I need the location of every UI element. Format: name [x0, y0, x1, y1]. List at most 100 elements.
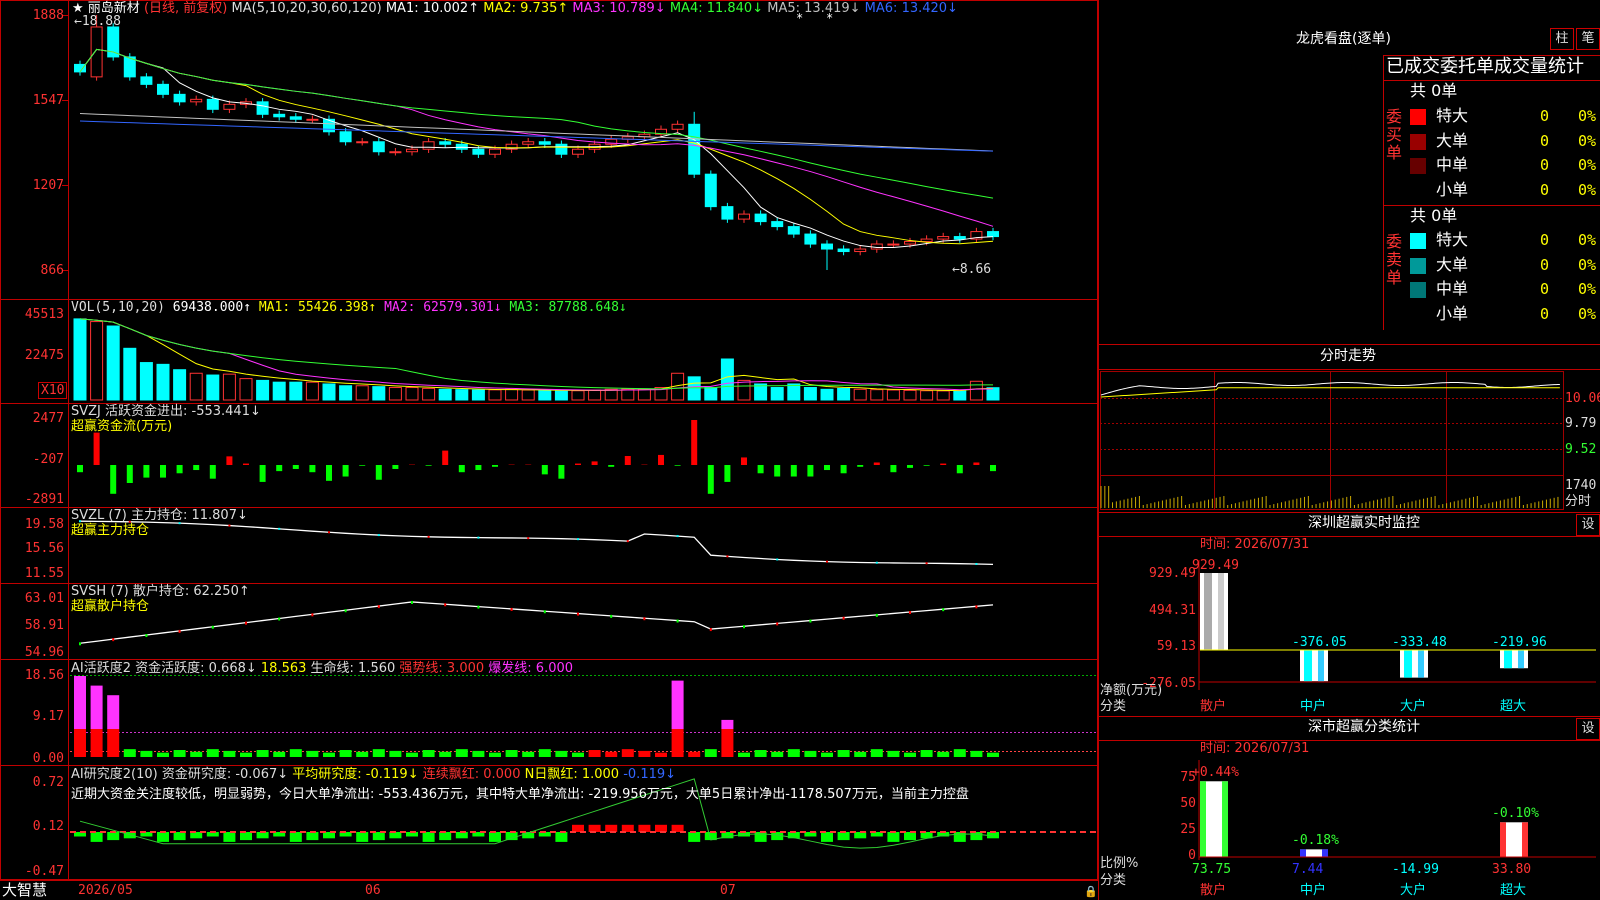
- date-tick: 06: [365, 883, 381, 898]
- sz-class-tick: 50: [1180, 796, 1196, 811]
- research-bar: [621, 824, 634, 832]
- column-view-button[interactable]: 柱: [1550, 28, 1574, 50]
- candle: [372, 141, 385, 153]
- sz-class-category: 大户: [1400, 883, 1427, 898]
- volume-bar: [886, 389, 900, 401]
- sz-class-bar-shade: [1300, 849, 1306, 857]
- candle: [821, 243, 833, 250]
- svsh-dot: [577, 612, 579, 616]
- sz-monitor-tick: 59.13: [1156, 639, 1196, 654]
- fundflow-bar: [973, 462, 980, 465]
- ai-active-bar: [223, 750, 236, 757]
- ai-active-bar-base: [74, 729, 86, 757]
- sell-row-label: 大单: [1436, 254, 1469, 274]
- buy-row-label: 特大: [1436, 106, 1469, 125]
- volume-bar: [222, 373, 236, 401]
- sell-total: 共 0单: [1410, 206, 1458, 225]
- intraday-tick: 9.79: [1565, 416, 1597, 431]
- svsh-dot: [909, 611, 911, 615]
- svzj-tick: 2477: [32, 411, 64, 426]
- sz-monitor-category: 散户: [1200, 699, 1227, 714]
- svsh-dot: [776, 622, 779, 626]
- research-bar: [173, 832, 186, 841]
- candle: [256, 101, 269, 115]
- chart-mode[interactable]: (日线, 前复权): [144, 1, 227, 16]
- sell-row-pct: 0%: [1578, 304, 1597, 323]
- candle: [273, 113, 286, 118]
- candle: [555, 143, 568, 155]
- sell-row-count: 0: [1540, 280, 1550, 298]
- ai-research-text: 近期大资金关注度较低，明显弱势，今日大单净流出: -553.436万元，其中特大…: [71, 787, 969, 802]
- volume-bar: [438, 388, 452, 401]
- candle: [887, 243, 900, 246]
- svzl-dot: [377, 534, 380, 537]
- research-bar: [588, 824, 601, 832]
- candle: [439, 141, 452, 145]
- fundflow-bar: [658, 454, 664, 465]
- ai-active-bar: [655, 752, 667, 757]
- ai-active-h3: 生命线: 1.560: [310, 661, 396, 676]
- candle: [953, 236, 966, 240]
- volume-bar: [388, 387, 402, 401]
- ai-active-bar: [439, 751, 452, 757]
- buy-row-pct: 0%: [1578, 156, 1597, 174]
- svsh-dot: [875, 613, 878, 617]
- buy-row-pct: 0%: [1578, 131, 1597, 150]
- candle: [738, 213, 750, 220]
- ai-active-bar: [123, 749, 136, 757]
- svsh-dot: [145, 634, 148, 638]
- ai-active-tick: 18.56: [24, 668, 64, 683]
- svsh-dot: [411, 600, 413, 604]
- price-tick: 1547: [32, 93, 64, 108]
- sz-class-settings-button[interactable]: 设: [1576, 718, 1600, 740]
- ai-active-bar-hot: [90, 685, 103, 729]
- svsh-dot: [178, 629, 181, 633]
- svsh-dot: [79, 642, 81, 646]
- ai-active-bar: [804, 750, 817, 757]
- volume-bar: [272, 381, 286, 401]
- ai-active-bar: [389, 750, 402, 757]
- sz-class-ylabel: 比例%: [1100, 856, 1139, 871]
- research-bar: [887, 832, 900, 842]
- research-bar: [605, 824, 618, 832]
- vol-unit-badge[interactable]: X10: [38, 382, 68, 399]
- fundflow-bar: [143, 465, 150, 478]
- ma3-value: MA3: 10.789↓: [572, 1, 666, 16]
- candle: [157, 83, 169, 95]
- ai-active-tick: 0.00: [32, 751, 64, 766]
- ai-active-h5: 爆发线: 6.000: [488, 661, 574, 676]
- fundflow-bar: [591, 461, 598, 465]
- volume-bar: [73, 318, 87, 401]
- buy-row-count: 0: [1540, 180, 1550, 199]
- fundflow-bar: [160, 465, 166, 478]
- research-bar: [372, 832, 385, 841]
- candle: [489, 148, 501, 155]
- fundflow-bar: [707, 465, 714, 494]
- sz-monitor-settings-button[interactable]: 设: [1576, 514, 1600, 536]
- lock-icon[interactable]: 🔒: [1084, 884, 1098, 899]
- volume-bar: [870, 389, 884, 401]
- candle: [190, 98, 203, 103]
- volume-bar: [554, 390, 568, 401]
- volume-bar: [571, 390, 585, 401]
- research-bar: [289, 832, 302, 842]
- ai-active-bar: [987, 752, 999, 757]
- svsh-dot: [975, 605, 978, 609]
- fundflow-bar: [541, 465, 548, 475]
- pen-view-button[interactable]: 笔: [1576, 28, 1600, 50]
- svzl-tick: 15.56: [24, 541, 64, 556]
- svzl-dot: [626, 540, 629, 543]
- ai-active-bar-base: [721, 729, 734, 757]
- candle: [173, 93, 186, 103]
- fundflow-bar: [940, 463, 947, 465]
- buy-row-count: 0: [1540, 107, 1550, 125]
- price-tick: 1888: [32, 8, 64, 23]
- ai-active-bar: [306, 750, 319, 757]
- fundflow-bar: [674, 465, 681, 466]
- fundflow-bar: [741, 457, 747, 465]
- ai-active-h1: AI活跃度2 资金活跃度: 0.668↓: [71, 661, 257, 676]
- svsh-dot: [510, 607, 513, 611]
- candle: [937, 236, 950, 240]
- fundflow-bar: [608, 465, 615, 467]
- ma-label: MA(5,10,20,30,60,120): [231, 1, 382, 16]
